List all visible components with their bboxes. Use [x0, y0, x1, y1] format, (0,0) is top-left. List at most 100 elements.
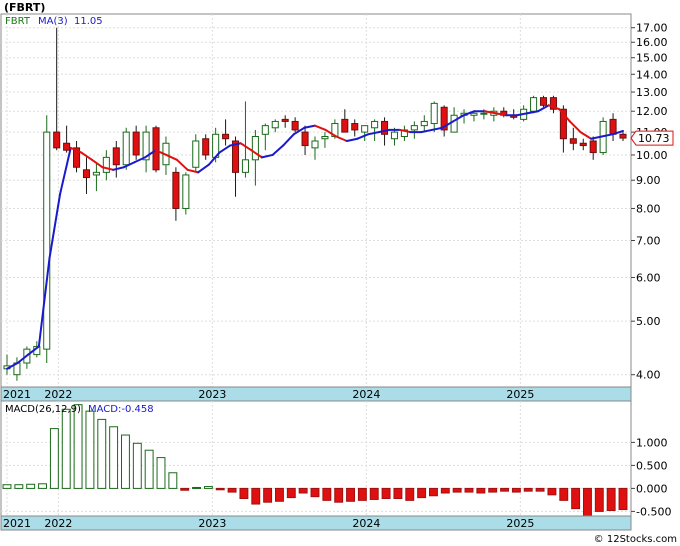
price-xaxis-strip	[0, 386, 632, 402]
price-ytick-label: 17.00	[636, 22, 668, 35]
candle-body	[301, 131, 309, 147]
candle-body	[112, 147, 120, 166]
candle-body	[291, 120, 299, 131]
macd-bar	[251, 487, 261, 505]
candle-body	[321, 136, 329, 140]
macd-bar	[429, 487, 438, 497]
xtick-label: 2023	[198, 517, 226, 530]
macd-bar	[583, 487, 592, 518]
candle-body	[470, 112, 478, 116]
watermark: © 12Stocks.com	[594, 534, 677, 545]
macd-bar	[168, 472, 178, 489]
candle-body	[341, 118, 349, 133]
macd-ytick-label: 0.500	[636, 459, 668, 472]
candle-body	[152, 127, 160, 171]
candle-body	[192, 140, 200, 168]
candle-body	[619, 133, 627, 139]
macd-bar	[144, 449, 154, 489]
macd-bar	[511, 487, 521, 493]
macd-panel	[0, 400, 632, 517]
price-ytick-label: 9.00	[636, 174, 661, 187]
macd-bar	[180, 487, 190, 491]
macd-bar	[38, 483, 47, 489]
price-ytick-label: 14.00	[636, 68, 668, 81]
candle-body	[122, 131, 130, 166]
price-ytick-label: 16.00	[636, 36, 668, 49]
candle-body	[589, 140, 597, 154]
candle-body	[43, 131, 51, 350]
macd-bar	[488, 487, 498, 493]
macd-bar	[298, 487, 308, 494]
candle-body	[261, 125, 269, 135]
candle-body	[420, 120, 428, 127]
xtick-label: 2024	[352, 517, 380, 530]
macd-ytick-label: 1.000	[636, 436, 668, 449]
candle-body	[450, 114, 458, 133]
macd-bar	[452, 487, 462, 493]
candle-body	[172, 171, 180, 209]
last-price-tag: 10.73	[630, 130, 674, 146]
price-ytick-label: 15.00	[636, 52, 668, 65]
macd-bar	[26, 483, 36, 489]
macd-bar	[73, 404, 83, 489]
ma-value: 11.05	[74, 16, 103, 27]
chart-title: (FBRT)	[4, 1, 45, 14]
xtick-label: 2022	[44, 517, 72, 530]
macd-bar	[215, 487, 225, 491]
macd-bar	[393, 487, 403, 500]
xtick-label: 2021	[3, 388, 31, 401]
candle-body	[351, 123, 359, 131]
macd-bar	[594, 487, 604, 512]
macd-bar	[14, 484, 24, 489]
xtick-label: 2025	[506, 388, 534, 401]
candle-body	[361, 125, 369, 133]
macd-bar	[61, 408, 71, 489]
macd-label: MACD(26,12,9)	[5, 404, 81, 415]
macd-bar	[310, 487, 320, 498]
price-ytick-label: 13.00	[636, 86, 668, 99]
macd-bar	[357, 487, 367, 501]
last-price-label: 10.73	[638, 132, 670, 145]
macd-bar	[559, 487, 569, 501]
macd-bar	[334, 487, 344, 503]
macd-bar	[369, 487, 379, 500]
price-ytick-label: 10.00	[636, 149, 668, 162]
candle-body	[271, 120, 279, 129]
macd-xaxis-strip	[0, 515, 632, 531]
macd-bar	[49, 428, 59, 489]
candle-body	[281, 118, 289, 122]
candle-body	[569, 138, 577, 144]
price-ytick-label: 5.00	[636, 315, 661, 328]
price-panel	[0, 13, 632, 388]
candle-body	[63, 142, 71, 151]
candle-body	[539, 97, 548, 106]
candle-body	[102, 156, 110, 173]
macd-ytick-label: -0.500	[636, 505, 671, 518]
macd-bar	[417, 487, 427, 499]
candle-body	[480, 112, 488, 115]
candle-body	[182, 174, 190, 209]
price-series-label: FBRT	[5, 16, 31, 27]
macd-bar	[547, 487, 557, 496]
macd-bar	[286, 487, 296, 499]
macd-bar	[156, 457, 166, 489]
xtick-label: 2022	[44, 388, 72, 401]
candle-body	[241, 159, 249, 173]
macd-bar	[192, 486, 201, 489]
ma-label: MA(3)	[38, 16, 68, 27]
macd-bar	[571, 487, 581, 510]
macd-bar	[523, 487, 533, 492]
stock-chart: 4.005.006.007.008.009.0010.0011.0012.001…	[0, 0, 680, 546]
xtick-label: 2021	[3, 517, 31, 530]
candle-body	[132, 131, 140, 156]
macd-bar	[275, 487, 284, 502]
candle-body	[430, 102, 438, 125]
xtick-label: 2023	[198, 388, 226, 401]
macd-value-label: MACD:-0.458	[88, 404, 154, 415]
macd-bar	[618, 487, 628, 511]
candle-body	[202, 138, 210, 156]
candle-body	[92, 171, 100, 176]
candle-body	[390, 131, 399, 140]
price-ytick-label: 12.00	[636, 105, 668, 118]
price-ytick-label: 8.00	[636, 202, 661, 215]
